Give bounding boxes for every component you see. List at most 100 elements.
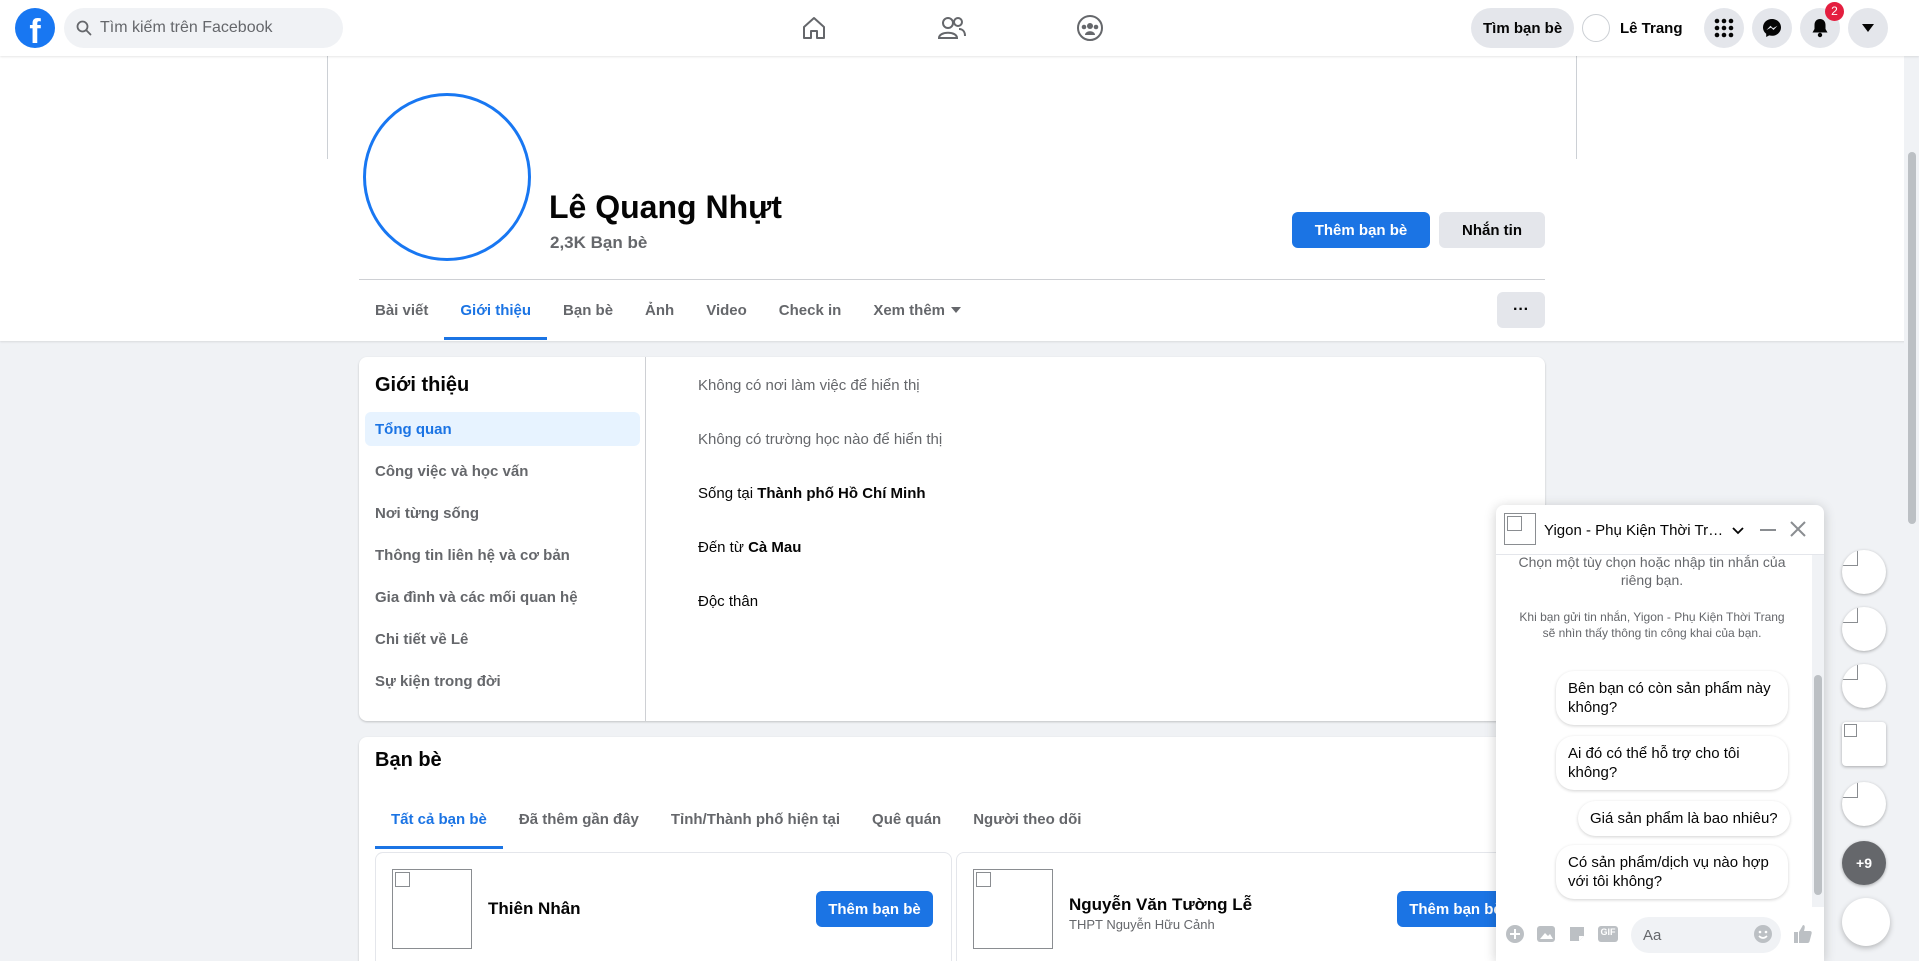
friends-tab-recent[interactable]: Đã thêm gần đây (503, 789, 655, 849)
intro-item-family[interactable]: Gia đình và các mối quan hệ (365, 580, 640, 614)
profile-name: Lê Quang Nhựt (549, 189, 782, 225)
minimize-icon[interactable] (1760, 529, 1776, 531)
intro-item-contact[interactable]: Thông tin liên hệ và cơ bản (365, 538, 640, 572)
bell-icon (1812, 19, 1828, 38)
chat-window: Yigon - Phụ Kiện Thời Trang Chọn một tùy… (1496, 505, 1824, 961)
cover-photo-edge (327, 56, 328, 159)
friend-card: Nguyễn Văn Tường Lễ THPT Nguyễn Hữu Cảnh… (956, 852, 1533, 961)
like-icon[interactable] (1792, 923, 1814, 945)
intro-card: Giới thiệu Tổng quan Công việc và học vấ… (359, 357, 1545, 721)
caret-down-icon (951, 307, 962, 313)
profile-header: Lê Quang Nhựt 2,3K Bạn bè Thêm bạn bè Nh… (0, 56, 1919, 341)
hometown-prefix: Đến từ (698, 539, 744, 556)
friends-tab-current-city[interactable]: Tỉnh/Thành phố hiện tại (655, 789, 856, 849)
current-city-link[interactable]: Thành phố Hồ Chí Minh (757, 485, 925, 502)
school-info: Không có trường học nào để hiển thị (698, 431, 943, 448)
friend-photo[interactable] (392, 869, 472, 949)
grid-menu-icon (1714, 18, 1734, 38)
notification-badge: 2 (1825, 2, 1844, 21)
intro-sidebar: Giới thiệu Tổng quan Công việc và học vấ… (359, 357, 646, 721)
messenger-button[interactable] (1752, 8, 1792, 48)
chat-avatar[interactable] (1504, 513, 1536, 545)
message-button[interactable]: Nhắn tin (1439, 212, 1545, 248)
add-friend-button[interactable]: Thêm bạn bè (1292, 212, 1430, 248)
tab-photos[interactable]: Ảnh (629, 280, 690, 340)
friends-tab-followers[interactable]: Người theo dõi (957, 789, 1097, 849)
tab-checkins[interactable]: Check in (763, 280, 858, 340)
friends-tab-hometown[interactable]: Quê quán (856, 789, 957, 849)
emoji-icon[interactable] (1752, 923, 1774, 945)
friends-tab-all[interactable]: Tất cả bạn bè (375, 789, 503, 849)
cover-photo-edge (1576, 56, 1577, 159)
tab-friends[interactable]: Bạn bè (547, 280, 629, 340)
quick-reply[interactable]: Bên bạn có còn sản phẩm này không? (1556, 671, 1788, 725)
hometown-link[interactable]: Cà Mau (748, 539, 801, 556)
tab-videos[interactable]: Video (690, 280, 763, 340)
friends-tabs: Tất cả bạn bè Đã thêm gần đây Tỉnh/Thành… (375, 789, 1097, 849)
account-button[interactable] (1848, 8, 1888, 48)
contact-bubble[interactable] (1842, 664, 1886, 708)
intro-item-life-events[interactable]: Sự kiện trong đời (365, 664, 640, 698)
profile-shortcut[interactable]: Lê Trang (1582, 8, 1683, 48)
friends-title[interactable]: Bạn bè (375, 749, 442, 772)
chat-intro-text: Chọn một tùy chọn hoặc nhập tin nhắn của… (1518, 555, 1786, 588)
profile-picture[interactable] (363, 93, 531, 261)
search-box[interactable] (64, 8, 343, 48)
quick-reply[interactable]: Có sản phẩm/dịch vụ nào hợp với tôi khôn… (1556, 845, 1788, 899)
sticker-icon[interactable] (1566, 923, 1588, 945)
friend-name[interactable]: Nguyễn Văn Tường Lễ (1069, 895, 1252, 915)
quick-reply[interactable]: Giá sản phẩm là bao nhiêu? (1578, 801, 1790, 836)
menu-button[interactable] (1704, 8, 1744, 48)
new-message-button[interactable] (1842, 898, 1890, 946)
search-input[interactable] (100, 19, 320, 37)
friend-photo[interactable] (973, 869, 1053, 949)
search-icon (76, 20, 92, 36)
add-friend-button[interactable]: Thêm bạn bè (816, 891, 933, 927)
contact-bubble[interactable] (1842, 550, 1886, 594)
facebook-logo[interactable]: f (15, 8, 55, 48)
plus-icon[interactable] (1504, 923, 1526, 945)
chat-header[interactable]: Yigon - Phụ Kiện Thời Trang (1496, 505, 1824, 555)
gif-icon[interactable]: GIF (1597, 923, 1619, 945)
chevron-down-icon[interactable] (1732, 527, 1744, 535)
friend-school: THPT Nguyễn Hữu Cảnh (1069, 917, 1215, 932)
tab-more[interactable]: Xem thêm (857, 280, 977, 340)
tab-about[interactable]: Giới thiệu (444, 280, 547, 340)
photo-icon[interactable] (1535, 923, 1557, 945)
current-city-prefix: Sống tại (698, 485, 754, 502)
friends-count[interactable]: 2,3K Bạn bè (550, 233, 647, 253)
chat-privacy-note: Khi bạn gửi tin nhắn, Yigon - Phụ Kiện T… (1519, 610, 1785, 640)
chat-contact-name[interactable]: Yigon - Phụ Kiện Thời Trang (1544, 522, 1724, 539)
more-options-button[interactable]: ··· (1497, 292, 1545, 328)
tab-more-label: Xem thêm (873, 301, 946, 319)
friend-card: Thiên Nhân Thêm bạn bè (375, 852, 952, 961)
user-name: Lê Trang (1620, 19, 1683, 37)
notifications-button[interactable]: 2 (1800, 2, 1844, 48)
messenger-icon (1763, 19, 1781, 37)
friend-name[interactable]: Thiên Nhân (488, 899, 581, 919)
page-scrollbar[interactable] (1904, 56, 1919, 961)
close-icon[interactable] (1790, 521, 1806, 537)
intro-item-overview[interactable]: Tổng quan (365, 412, 640, 446)
home-icon[interactable] (796, 10, 832, 46)
hometown-info: Đến từ Cà Mau (698, 539, 801, 556)
caret-down-icon (1862, 24, 1874, 32)
tab-posts[interactable]: Bài viết (359, 280, 444, 340)
chat-composer: GIF (1496, 907, 1824, 961)
friends-icon[interactable] (934, 10, 970, 46)
chat-messages: Chọn một tùy chọn hoặc nhập tin nhắn của… (1496, 555, 1812, 907)
find-friends-button[interactable]: Tìm bạn bè (1471, 8, 1575, 48)
intro-item-details[interactable]: Chi tiết về Lê (365, 622, 640, 656)
chat-scrollbar[interactable] (1812, 555, 1824, 907)
contact-bubble[interactable] (1842, 782, 1886, 826)
contact-bubble[interactable] (1842, 607, 1886, 651)
intro-item-places[interactable]: Nơi từng sống (365, 496, 640, 530)
groups-icon[interactable] (1072, 10, 1108, 46)
intro-item-work-education[interactable]: Công việc và học vấn (365, 454, 640, 488)
friends-card: Bạn bè Tất cả bạn bè Đã thêm gần đây Tỉn… (359, 737, 1545, 961)
more-chats-bubble[interactable]: +9 (1842, 841, 1886, 885)
quick-reply[interactable]: Ai đó có thể hỗ trợ cho tôi không? (1556, 736, 1788, 790)
contact-bubble[interactable] (1842, 722, 1886, 766)
intro-title: Giới thiệu (375, 374, 470, 396)
top-navigation-bar: f Tìm bạn bè Lê Trang 2 (0, 0, 1919, 56)
